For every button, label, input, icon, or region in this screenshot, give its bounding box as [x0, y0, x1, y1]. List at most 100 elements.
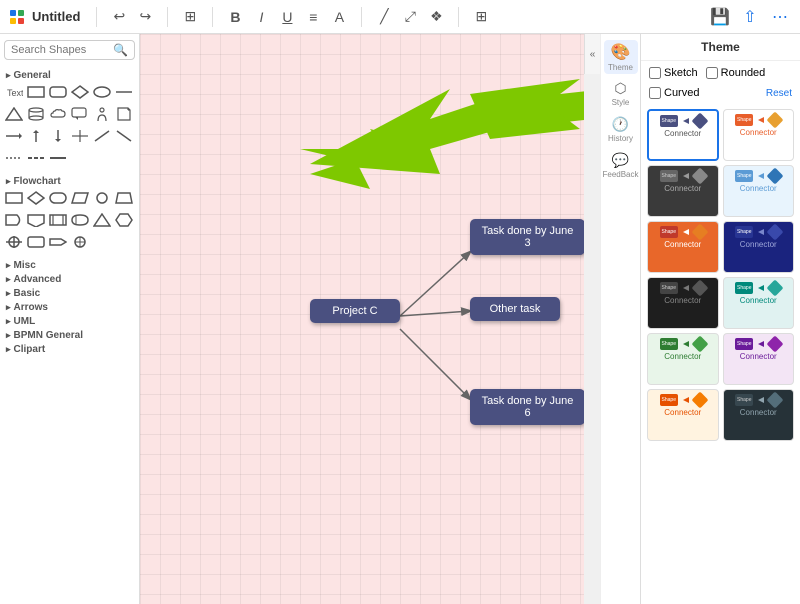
undo-button[interactable]: ↩ — [107, 5, 131, 29]
theme-card-orange-dark[interactable]: Shape Connector — [647, 221, 719, 273]
shape-dash1[interactable] — [4, 148, 24, 168]
search-box[interactable]: 🔍 — [4, 40, 135, 60]
shape-callout[interactable] — [70, 104, 90, 124]
fc-manual[interactable] — [114, 188, 134, 208]
theme-card-dark3[interactable]: Shape Connector — [723, 389, 795, 441]
theme-card-warm-orange[interactable]: Shape Connector — [647, 389, 719, 441]
panel-collapse-button[interactable]: « — [584, 34, 600, 74]
fc-offpage[interactable] — [26, 210, 46, 230]
bold-button[interactable]: B — [223, 5, 247, 29]
fc-predefined[interactable] — [48, 210, 68, 230]
sketch-checkbox[interactable]: Sketch — [649, 67, 698, 79]
theme-card-purple[interactable]: Shape Connector — [723, 333, 795, 385]
list-button[interactable]: ≡ — [301, 5, 325, 29]
underline-button[interactable]: U — [275, 5, 299, 29]
fc-rect-rounded[interactable] — [26, 232, 46, 252]
node-project-c[interactable]: Project C — [310, 299, 400, 323]
shape-cross-arrow[interactable] — [70, 126, 90, 146]
section-arrows[interactable]: Arrows — [4, 300, 135, 314]
shape-dash2[interactable] — [26, 148, 46, 168]
connect-button[interactable]: ⤢ — [398, 5, 422, 29]
fc-arrow-r[interactable] — [48, 232, 68, 252]
fc-decision[interactable] — [26, 188, 46, 208]
fc-triangle[interactable] — [92, 210, 112, 230]
theme-card-lightblue[interactable]: Shape Connector — [723, 165, 795, 217]
side-icon-feedback[interactable]: 💬 FeedBack — [604, 148, 638, 182]
fc-process[interactable] — [4, 188, 24, 208]
section-misc[interactable]: Misc — [4, 258, 135, 272]
fc-delay[interactable] — [4, 210, 24, 230]
section-advanced[interactable]: Advanced — [4, 272, 135, 286]
share-button[interactable]: ⇧ — [738, 5, 762, 29]
main-area: 🔍 General Text — [0, 34, 800, 604]
redo-button[interactable]: ↪ — [133, 5, 157, 29]
curved-checkbox[interactable]: Curved — [649, 87, 699, 99]
shape-rect1[interactable] — [26, 82, 46, 102]
app-title: Untitled — [32, 9, 80, 24]
fc-cross[interactable] — [4, 232, 24, 252]
shape-person[interactable] — [92, 104, 112, 124]
text-color-button[interactable]: A — [327, 5, 351, 29]
fc-connector[interactable] — [92, 188, 112, 208]
line-button[interactable]: ╱ — [372, 5, 396, 29]
canvas-area[interactable]: Project C Task done by June 3 Progress o… — [140, 34, 584, 604]
shape-arrow-right[interactable] — [4, 126, 24, 146]
section-flowchart[interactable]: Flowchart — [4, 174, 135, 188]
shape-ellipse[interactable] — [92, 82, 112, 102]
rounded-checkbox[interactable]: Rounded — [706, 67, 766, 79]
node-other-task[interactable]: Other task — [470, 297, 560, 321]
shape-cloud[interactable] — [48, 104, 68, 124]
app-icon — [8, 8, 26, 26]
shape-rect2[interactable] — [48, 82, 68, 102]
shape-dash3[interactable] — [48, 148, 68, 168]
side-icon-style[interactable]: ⬡ Style — [604, 76, 638, 110]
shape-arrow-up[interactable] — [26, 126, 46, 146]
node-task-june3[interactable]: Task done by June 3 — [470, 219, 584, 255]
style-icon: ⬡ — [614, 80, 626, 97]
toolbar-separator-2 — [167, 7, 168, 27]
shape-cylinder[interactable] — [26, 104, 46, 124]
fc-hexagon[interactable] — [114, 210, 134, 230]
theme-card-dark[interactable]: Shape Connector — [647, 165, 719, 217]
fc-or[interactable] — [70, 232, 90, 252]
theme-card-darkblue[interactable]: Shape Connector — [723, 221, 795, 273]
table-button[interactable]: ⊞ — [469, 5, 493, 29]
curved-check-input[interactable] — [649, 87, 661, 99]
node-task-june6[interactable]: Task done by June 6 — [470, 389, 584, 425]
section-basic[interactable]: Basic — [4, 286, 135, 300]
shape-arrow-down[interactable] — [48, 126, 68, 146]
section-general[interactable]: General — [4, 68, 135, 82]
toolbar-separator — [96, 7, 97, 27]
toolbar-group-format: ⊞ — [178, 5, 202, 29]
more-button[interactable]: ⋯ — [768, 5, 792, 29]
theme-card-teal[interactable]: Shape Connector — [723, 277, 795, 329]
shape-line[interactable] — [114, 82, 134, 102]
shape-diagonal1[interactable] — [92, 126, 112, 146]
section-clipart[interactable]: Clipart — [4, 342, 135, 356]
shapes-button[interactable]: ❖ — [424, 5, 448, 29]
theme-card-orange[interactable]: Shape Connector — [723, 109, 795, 161]
section-uml[interactable]: UML — [4, 314, 135, 328]
side-icon-theme[interactable]: 🎨 Theme — [604, 40, 638, 74]
reset-button[interactable]: Reset — [766, 88, 792, 99]
shape-text[interactable]: Text — [4, 82, 24, 102]
rounded-check-input[interactable] — [706, 67, 718, 79]
section-bpmn[interactable]: BPMN General — [4, 328, 135, 342]
search-input[interactable] — [11, 44, 113, 56]
fc-term[interactable] — [48, 188, 68, 208]
sketch-check-input[interactable] — [649, 67, 661, 79]
save-button[interactable]: 💾 — [708, 5, 732, 29]
shape-doc[interactable] — [114, 104, 134, 124]
side-icon-history[interactable]: 🕐 History — [604, 112, 638, 146]
fc-storage[interactable] — [70, 210, 90, 230]
italic-button[interactable]: I — [249, 5, 273, 29]
format-button[interactable]: ⊞ — [178, 5, 202, 29]
theme-card-default[interactable]: Shape Connector — [647, 109, 719, 161]
theme-card-green[interactable]: Shape Connector — [647, 333, 719, 385]
shape-diamond[interactable] — [70, 82, 90, 102]
theme-card-dark2[interactable]: Shape Connector — [647, 277, 719, 329]
fc-data[interactable] — [70, 188, 90, 208]
toolbar-separator-3 — [212, 7, 213, 27]
shape-triangle[interactable] — [4, 104, 24, 124]
shape-diagonal2[interactable] — [114, 126, 134, 146]
